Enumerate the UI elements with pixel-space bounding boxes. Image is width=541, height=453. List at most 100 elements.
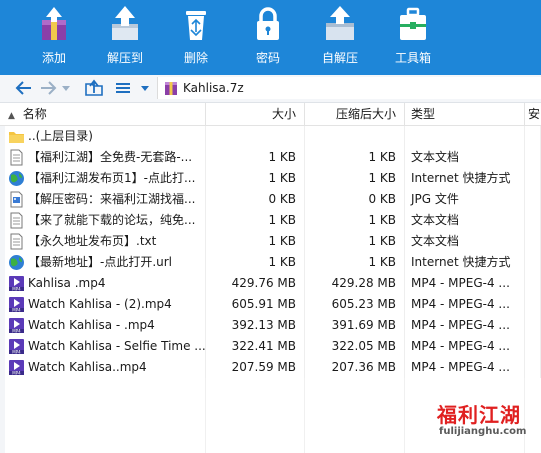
- main-toolbar: 添加 解压到 删除 密码 自解压 工具箱: [0, 0, 541, 75]
- file-name: 【解压密码：来福利江湖找福...: [28, 189, 206, 210]
- file-extra: [525, 168, 541, 189]
- forward-dropdown-icon[interactable]: [60, 78, 72, 98]
- extract-to-button-label: 解压到: [106, 51, 143, 65]
- file-extra: [525, 147, 541, 168]
- file-row[interactable]: 【福利江湖】全免费-无套路-... 1 KB 1 KB 文本文档: [0, 147, 541, 168]
- file-name: Kahlisa .mp4: [28, 273, 206, 294]
- file-extra: [525, 189, 541, 210]
- extract-to-icon: [112, 6, 138, 40]
- file-packed-size: 605.23 MB: [305, 294, 405, 315]
- forward-arrow-icon[interactable]: [38, 78, 58, 98]
- file-row[interactable]: 【最新地址】-点此打开.url 1 KB 1 KB Internet 快捷方式: [0, 252, 541, 273]
- up-folder-icon[interactable]: [84, 78, 104, 98]
- path-text: Kahlisa.7z: [183, 81, 244, 95]
- file-packed-size: 207.36 MB: [305, 357, 405, 378]
- path-field[interactable]: Kahlisa.7z: [157, 77, 541, 99]
- file-size: 429.76 MB: [206, 273, 305, 294]
- file-type: MP4 - MPEG-4 ...: [405, 294, 525, 315]
- file-packed-size: 1 KB: [305, 210, 405, 231]
- file-extra: [525, 336, 541, 357]
- column-header-more[interactable]: 安: [525, 103, 541, 125]
- toolbox-button[interactable]: 工具箱: [388, 0, 438, 75]
- file-name: Watch Kahlisa..mp4: [28, 357, 206, 378]
- file-size: 605.91 MB: [206, 294, 305, 315]
- file-packed-size: [305, 126, 405, 147]
- file-size: [206, 126, 305, 147]
- password-button-label: 密码: [255, 51, 280, 65]
- add-button[interactable]: 添加: [34, 0, 74, 75]
- file-name: ..(上层目录): [28, 126, 206, 147]
- toolbox-button-label: 工具箱: [394, 51, 431, 65]
- svg-text:MP4: MP4: [12, 287, 21, 292]
- file-extra: [525, 273, 541, 294]
- file-row[interactable]: MP4 Watch Kahlisa - .mp4 392.13 MB 391.69 M…: [0, 315, 541, 336]
- archive-file-icon: [165, 82, 177, 95]
- file-row[interactable]: ..(上层目录): [0, 126, 541, 147]
- file-size: 207.59 MB: [206, 357, 305, 378]
- column-header-size[interactable]: 大小: [206, 103, 305, 125]
- file-row[interactable]: MP4 Watch Kahlisa..mp4 207.59 MB 207.36 MB M…: [0, 357, 541, 378]
- file-name: 【来了就能下载的论坛，纯免...: [28, 210, 206, 231]
- toolbox-icon: [400, 7, 426, 40]
- file-row[interactable]: MP4 Kahlisa .mp4 429.76 MB 429.28 MB MP4 - M…: [0, 273, 541, 294]
- password-button[interactable]: 密码: [248, 0, 288, 75]
- file-type: MP4 - MPEG-4 ...: [405, 315, 525, 336]
- file-row[interactable]: 【福利江湖发布页1】-点此打... 1 KB 1 KB Internet 快捷方式: [0, 168, 541, 189]
- column-header: ▲ 名称 大小 压缩后大小 类型 安: [0, 103, 541, 126]
- file-packed-size: 322.05 MB: [305, 336, 405, 357]
- svg-text:MP4: MP4: [12, 350, 21, 355]
- file-name: 【福利江湖】全免费-无套路-...: [28, 147, 206, 168]
- extract-to-button[interactable]: 解压到: [100, 0, 150, 75]
- file-size: 1 KB: [206, 210, 305, 231]
- file-size: 0 KB: [206, 189, 305, 210]
- file-size: 322.41 MB: [206, 336, 305, 357]
- file-type: Internet 快捷方式: [405, 168, 525, 189]
- text-file-icon: [8, 233, 25, 250]
- file-name: Watch Kahlisa - .mp4: [28, 315, 206, 336]
- mp4-file-icon: MP4: [8, 296, 25, 313]
- file-extra: [525, 210, 541, 231]
- file-row[interactable]: 【来了就能下载的论坛，纯免... 1 KB 1 KB 文本文档: [0, 210, 541, 231]
- mp4-file-icon: MP4: [8, 359, 25, 376]
- file-extra: [525, 294, 541, 315]
- address-bar: Kahlisa.7z: [0, 75, 541, 103]
- file-type: JPG 文件: [405, 189, 525, 210]
- padlock-icon: [257, 7, 279, 40]
- file-name: 【最新地址】-点此打开.url: [28, 252, 206, 273]
- file-packed-size: 1 KB: [305, 252, 405, 273]
- file-packed-size: 391.69 MB: [305, 315, 405, 336]
- file-name: Watch Kahlisa - (2).mp4: [28, 294, 206, 315]
- mp4-file-icon: MP4: [8, 338, 25, 355]
- mp4-file-icon: MP4: [8, 275, 25, 292]
- file-size: 1 KB: [206, 147, 305, 168]
- file-row[interactable]: 【解压密码：来福利江湖找福... 0 KB 0 KB JPG 文件: [0, 189, 541, 210]
- file-row[interactable]: MP4 Watch Kahlisa - (2).mp4 605.91 MB 605.2…: [0, 294, 541, 315]
- column-header-packed[interactable]: 压缩后大小: [305, 103, 405, 125]
- column-header-type[interactable]: 类型: [405, 103, 525, 125]
- column-name-label: 名称: [22, 107, 47, 121]
- folder-icon: [8, 128, 25, 145]
- file-packed-size: 1 KB: [305, 168, 405, 189]
- file-type: [405, 126, 525, 147]
- view-dropdown-icon[interactable]: [139, 78, 151, 98]
- file-packed-size: 1 KB: [305, 147, 405, 168]
- file-type: MP4 - MPEG-4 ...: [405, 273, 525, 294]
- svg-text:MP4: MP4: [12, 308, 21, 313]
- file-size: 392.13 MB: [206, 315, 305, 336]
- file-extra: [525, 315, 541, 336]
- file-name: Watch Kahlisa - Selfie Time ...: [28, 336, 206, 357]
- file-row[interactable]: 【永久地址发布页】.txt 1 KB 1 KB 文本文档: [0, 231, 541, 252]
- file-packed-size: 1 KB: [305, 231, 405, 252]
- column-header-name[interactable]: ▲ 名称: [0, 103, 206, 125]
- file-packed-size: 429.28 MB: [305, 273, 405, 294]
- file-row[interactable]: MP4 Watch Kahlisa - Selfie Time ... 322.41…: [0, 336, 541, 357]
- file-type: 文本文档: [405, 147, 525, 168]
- add-button-label: 添加: [41, 51, 66, 65]
- view-list-icon[interactable]: [113, 78, 133, 98]
- text-file-icon: [8, 212, 25, 229]
- back-arrow-icon[interactable]: [14, 78, 34, 98]
- delete-button-label: 删除: [183, 51, 208, 65]
- self-extract-button[interactable]: 自解压: [315, 0, 365, 75]
- text-file-icon: [8, 149, 25, 166]
- delete-button[interactable]: 删除: [176, 0, 216, 75]
